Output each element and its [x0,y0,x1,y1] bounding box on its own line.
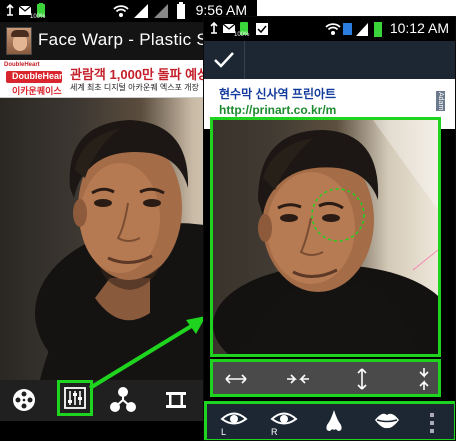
ad-url: http://prinart.co.kr/m [219,103,337,117]
lips-button[interactable] [372,408,402,438]
signal-icons-right [325,22,382,37]
connector-arrow [88,316,206,390]
notification-icons-right [210,21,268,35]
battery-percent: 100% [30,14,46,20]
status-time-right: 10:12 AM [389,20,449,36]
expand-horizontal-icon[interactable] [223,368,249,390]
check-icon[interactable] [212,49,236,71]
expand-vertical-icon[interactable] [351,366,373,392]
face-editor-canvas[interactable] [210,117,441,357]
nose-button[interactable] [319,407,349,437]
shrink-horizontal-icon[interactable] [285,368,311,390]
face-image-right [213,120,438,354]
left.toolbar.0[interactable] [8,384,40,416]
ad-logo: DoubleHeart DoubleHeart 이카운퀘이스 [4,62,66,96]
right-screenshot: 100% 10:12 AM 현수막 신사역 프린아트 http://prinar… [203,16,456,441]
ad-badge: Adam [436,91,445,112]
status-bar-right: 100% 10:12 AM [204,17,455,41]
ad-subline: 세계 최초 디지털 아카운퀘 엑스포 개장 [70,83,199,92]
notification-icons [6,3,45,17]
nose-icon [326,410,342,431]
film-reel-icon [13,389,35,411]
battery-icon [177,2,185,19]
signal-icons [113,4,168,18]
action-bar [204,41,455,79]
battery-percent-right: 100% [234,32,250,38]
ad-headline: 관람객 1,000만 돌파 예상! [70,67,214,82]
divider [244,41,245,79]
overflow-menu-icon[interactable] [427,411,437,435]
left-eye-button[interactable]: L [219,408,249,438]
right-eye-button[interactable]: R [269,408,299,438]
lips-icon [375,413,399,429]
feature-toolbar: L R [204,401,455,440]
ad-headline-right: 현수막 신사역 프린아트 [219,87,337,101]
direction-toolbar [210,359,441,397]
shrink-vertical-icon[interactable] [413,366,435,392]
app-icon [6,27,32,55]
